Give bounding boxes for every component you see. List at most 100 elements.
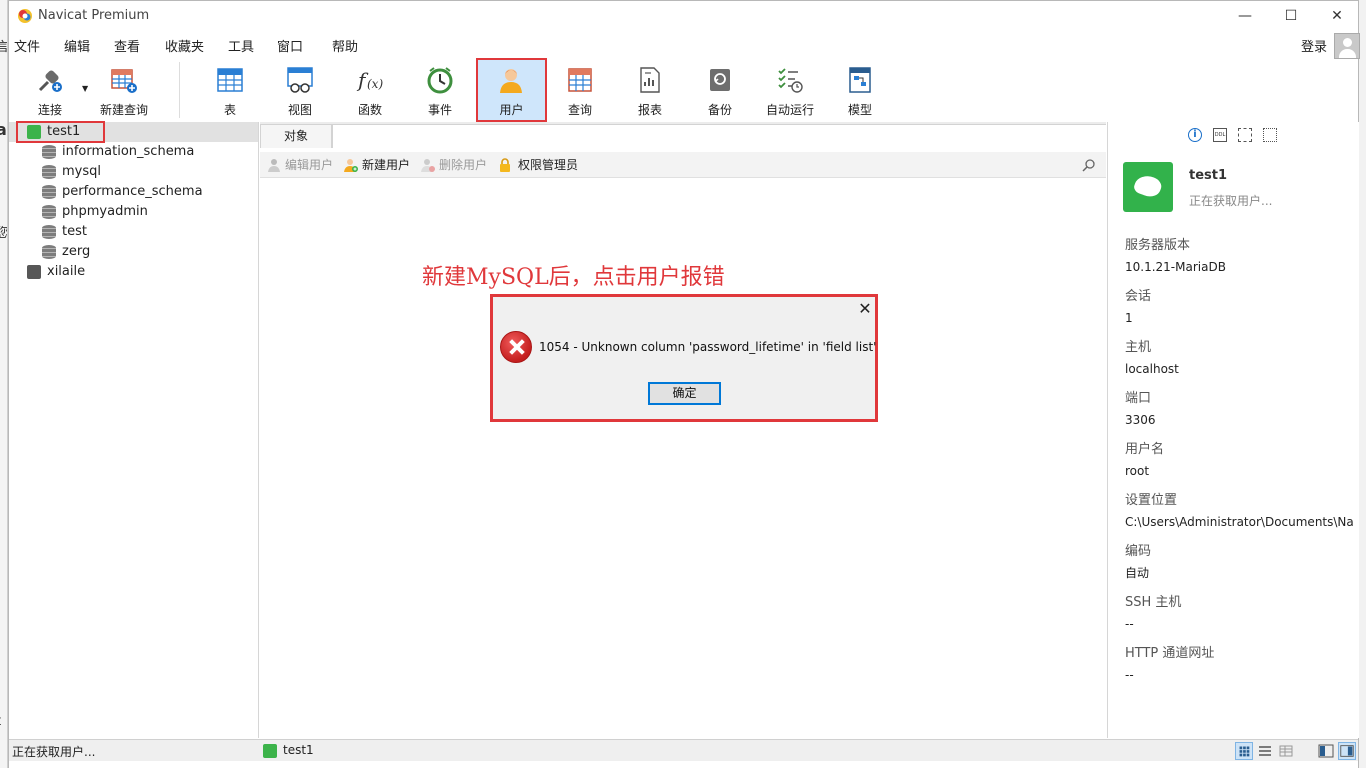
menu-help[interactable]: 帮助	[332, 36, 358, 55]
query-label: 查询	[567, 103, 592, 117]
title-bar: Navicat Premium — ☐ ✕	[9, 1, 1358, 31]
info-field-label: 编码	[1125, 544, 1152, 559]
tab-strip: 对象	[260, 122, 1106, 148]
function-button[interactable]: f (x) 函数	[335, 58, 405, 122]
user-avatar[interactable]	[1334, 33, 1360, 59]
minimize-button[interactable]: —	[1222, 1, 1268, 31]
edit-user-button[interactable]: 编辑用户	[267, 157, 333, 173]
info-field: 端口 3306	[1125, 390, 1359, 429]
info-field-value: 3306	[1125, 413, 1156, 427]
login-link[interactable]: 登录	[1301, 36, 1327, 55]
tree-database[interactable]: zerg	[9, 242, 258, 262]
event-label: 事件	[427, 103, 452, 117]
info-connection-name: test1	[1189, 168, 1228, 183]
error-dialog: ✕ 1054 - Unknown column 'password_lifeti…	[490, 294, 878, 422]
clock-icon	[427, 67, 453, 94]
info-panel: i DDL test1 正在获取用户... 服务器版本 10.1.21-Mari…	[1107, 122, 1359, 738]
ok-button[interactable]: 确定	[648, 382, 721, 405]
info-field-value: 1	[1125, 311, 1133, 325]
mysql-connection-icon	[27, 265, 41, 279]
highlight-box	[16, 121, 105, 143]
mysql-connection-icon	[263, 744, 277, 758]
tree-database[interactable]: test	[9, 222, 258, 242]
automation-icon	[778, 68, 803, 93]
delete-user-button[interactable]: 删除用户	[421, 157, 487, 173]
search-icon[interactable]	[1082, 158, 1096, 172]
database-icon	[42, 245, 56, 259]
database-label: information_schema	[62, 144, 195, 159]
user-icon	[500, 69, 522, 93]
status-text: 正在获取用户...	[12, 745, 96, 759]
tree-database[interactable]: performance_schema	[9, 182, 258, 202]
database-icon	[42, 205, 56, 219]
panel-left-icon[interactable]	[1317, 742, 1335, 760]
info-status: 正在获取用户...	[1189, 194, 1273, 208]
panel-right-icon[interactable]	[1338, 742, 1356, 760]
tree-database[interactable]: phpmyadmin	[9, 202, 258, 222]
database-icon	[42, 225, 56, 239]
plug-icon	[38, 70, 62, 92]
navicat-logo-icon	[18, 9, 32, 23]
object-list-icon[interactable]	[1263, 128, 1277, 142]
ddl-icon[interactable]: DDL	[1213, 128, 1227, 142]
user-button[interactable]: 用户	[476, 58, 547, 122]
list-view-icon[interactable]	[1256, 742, 1274, 760]
info-field: 设置位置 C:\Users\Administrator\Documents\Na	[1125, 492, 1359, 531]
menu-bar: 文件 编辑 查看 收藏夹 工具 窗口 帮助	[9, 34, 1358, 56]
tab-objects[interactable]: 对象	[260, 124, 332, 148]
status-connection-label: test1	[283, 743, 314, 757]
background-window-edge-right	[1359, 0, 1366, 768]
info-field-value: --	[1125, 668, 1134, 682]
menu-tools[interactable]: 工具	[228, 36, 254, 55]
tree-database[interactable]: mysql	[9, 162, 258, 182]
view-icon	[287, 67, 313, 93]
detail-view-icon[interactable]	[1277, 742, 1295, 760]
menu-view[interactable]: 查看	[114, 36, 140, 55]
menu-favorites[interactable]: 收藏夹	[165, 36, 204, 55]
info-icon[interactable]: i	[1188, 128, 1202, 142]
new-user-button[interactable]: 新建用户	[344, 157, 410, 173]
menu-edit[interactable]: 编辑	[64, 36, 90, 55]
table-button[interactable]: 表	[195, 58, 265, 122]
query-button[interactable]: 查询	[545, 58, 615, 122]
new-user-label: 新建用户	[362, 158, 411, 172]
info-field-label: 会话	[1125, 289, 1152, 304]
privilege-manager-button[interactable]: 权限管理员	[498, 157, 578, 173]
event-button[interactable]: 事件	[405, 58, 475, 122]
backup-label: 备份	[707, 103, 732, 117]
dialog-close-button[interactable]: ✕	[857, 301, 873, 317]
edit-user-label: 编辑用户	[285, 158, 334, 172]
model-button[interactable]: 模型	[825, 58, 895, 122]
connect-dropdown-arrow-icon[interactable]: ▼	[82, 84, 88, 93]
menu-window[interactable]: 窗口	[277, 36, 303, 55]
connection-tree: test1 information_schema mysql performan…	[9, 122, 259, 738]
database-label: test	[62, 224, 87, 239]
connect-button[interactable]: 连接	[15, 58, 85, 122]
grid-view-icon[interactable]	[1235, 742, 1253, 760]
backup-button[interactable]: 备份	[685, 58, 755, 122]
maximize-button[interactable]: ☐	[1268, 1, 1314, 31]
menu-file[interactable]: 文件	[14, 36, 40, 55]
new-user-icon	[344, 159, 358, 172]
info-field-label: 主机	[1125, 340, 1152, 355]
automation-button[interactable]: 自动运行	[755, 58, 825, 122]
dependency-icon[interactable]	[1238, 128, 1252, 142]
tree-connection-xilaile[interactable]: xilaile	[9, 262, 258, 282]
error-icon	[500, 331, 532, 363]
toolbar-separator	[179, 62, 180, 118]
new-query-button[interactable]: 新建查询	[89, 58, 159, 122]
main-toolbar: 连接 ▼ 新建查询 表 视图 f (x) 函数 事件 用户 查询 报表 备份 自…	[9, 58, 1358, 122]
new-query-label: 新建查询	[99, 103, 148, 117]
background-window-edge: 言a您t	[0, 0, 8, 768]
report-button[interactable]: 报表	[615, 58, 685, 122]
edit-user-icon	[268, 159, 280, 172]
view-button[interactable]: 视图	[265, 58, 335, 122]
privilege-manager-label: 权限管理员	[518, 158, 579, 172]
delete-user-label: 删除用户	[439, 158, 488, 172]
close-button[interactable]: ✕	[1314, 1, 1360, 31]
window-title: Navicat Premium	[38, 8, 150, 23]
info-field: 用户名 root	[1125, 441, 1359, 480]
info-field-label: SSH 主机	[1125, 595, 1182, 610]
info-field-label: 设置位置	[1125, 493, 1178, 508]
tree-database[interactable]: information_schema	[9, 142, 258, 162]
